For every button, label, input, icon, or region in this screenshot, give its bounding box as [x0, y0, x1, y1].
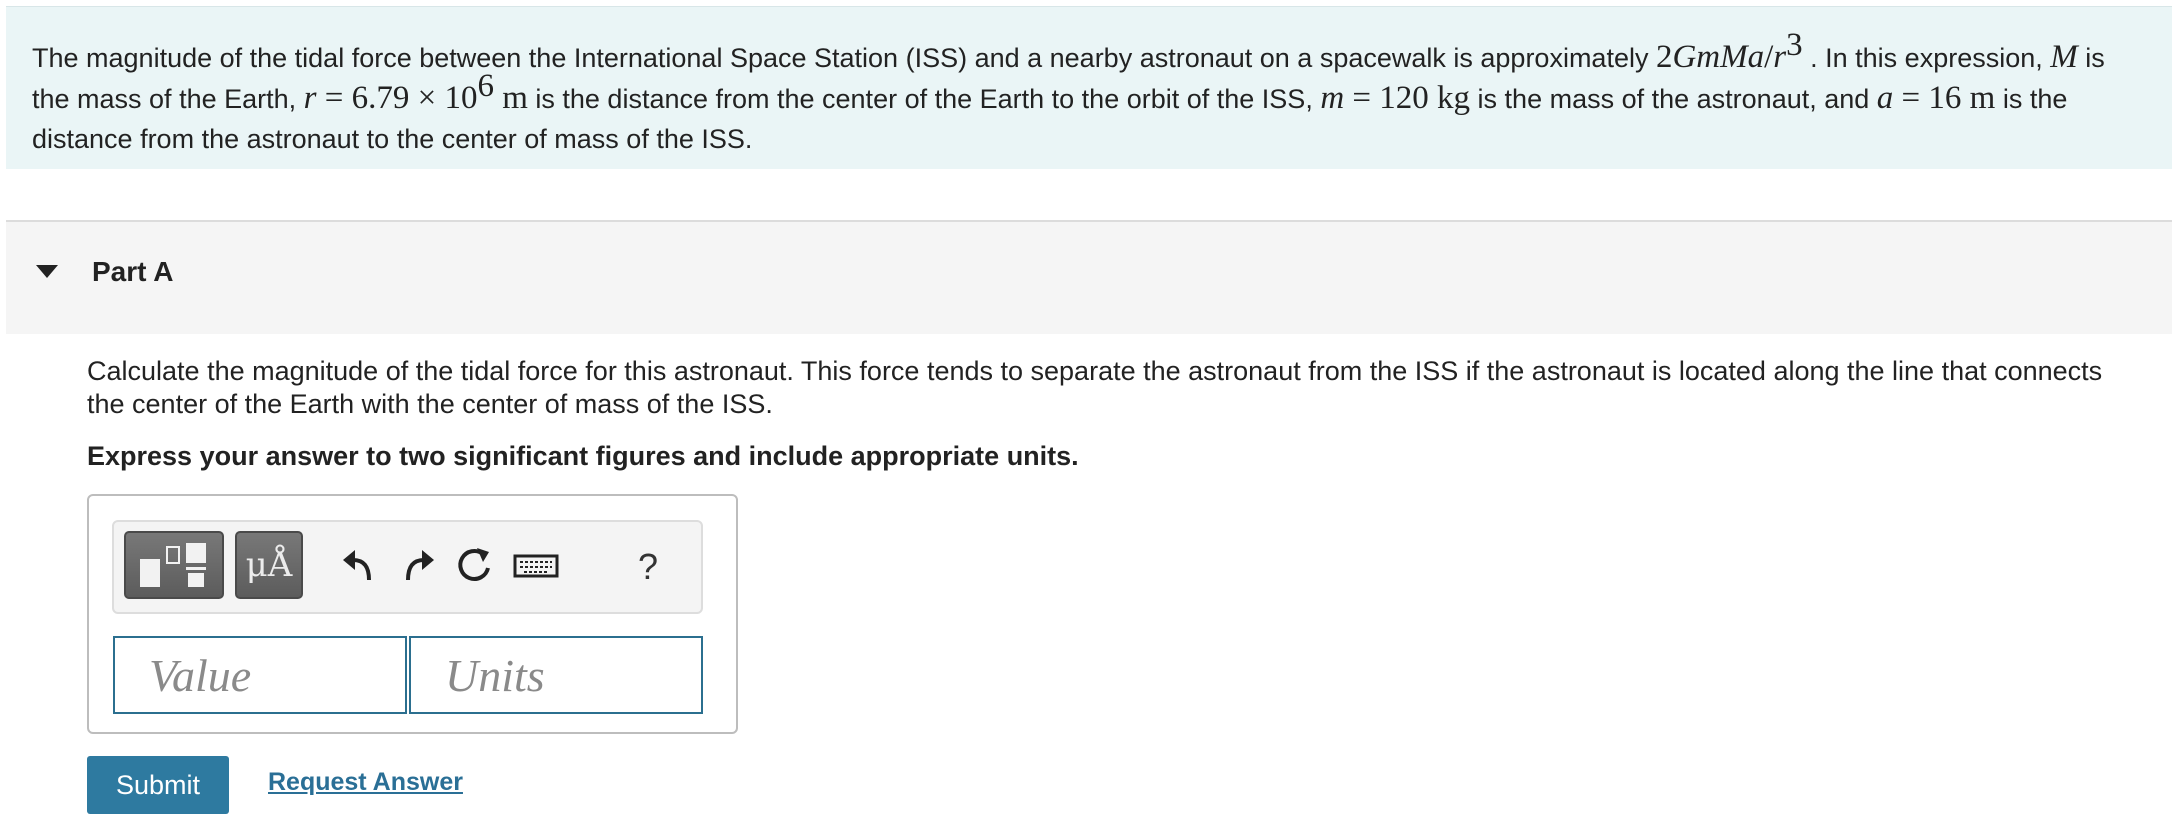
answer-instruction: Express your answer to two significant f…	[87, 441, 1079, 471]
templates-icon	[140, 543, 206, 587]
keyboard-icon[interactable]	[510, 544, 562, 586]
m-value: = 120 kg	[1344, 80, 1471, 116]
r-unit: m	[493, 80, 528, 116]
intro-text-5: is the mass of the astronaut, and	[1470, 84, 1877, 114]
units-input[interactable]	[409, 636, 703, 714]
r-exponent: 6	[477, 68, 494, 104]
submit-button[interactable]: Submit	[87, 756, 229, 814]
request-answer-link[interactable]: Request Answer	[268, 768, 463, 797]
templates-button[interactable]	[124, 531, 224, 599]
r-value: = 6.79 × 10	[316, 80, 478, 116]
var-m: m	[1320, 80, 1345, 116]
undo-icon[interactable]	[339, 544, 381, 586]
tidal-expr-coef: 2	[1655, 39, 1673, 75]
tidal-expr-slash: /	[1764, 39, 1774, 75]
problem-statement: The magnitude of the tidal force between…	[6, 6, 2172, 169]
value-input[interactable]	[113, 636, 407, 714]
collapse-caret-icon[interactable]	[36, 265, 58, 278]
var-a: a	[1876, 80, 1894, 116]
units-icon: μÅ	[245, 545, 293, 585]
intro-text-4: is the distance from the center of the E…	[527, 84, 1321, 114]
var-r: r	[303, 80, 317, 116]
a-value: = 16 m	[1893, 80, 1996, 116]
help-icon[interactable]: ?	[638, 546, 658, 588]
part-a-title: Part A	[92, 256, 174, 287]
intro-text-2: . In this expression,	[1802, 43, 2051, 73]
tidal-expr-vars: GmMa	[1672, 39, 1765, 75]
intro-text-1: The magnitude of the tidal force between…	[32, 43, 1656, 73]
answer-box: μÅ ?	[87, 494, 738, 734]
units-button[interactable]: μÅ	[235, 531, 303, 599]
reset-icon[interactable]	[453, 544, 495, 586]
math-toolbar: μÅ ?	[112, 520, 703, 614]
part-a-header[interactable]: Part A	[6, 220, 2172, 334]
var-M: M	[2050, 39, 2078, 75]
part-a-question: Calculate the magnitude of the tidal for…	[87, 356, 2103, 419]
redo-icon[interactable]	[396, 544, 438, 586]
tidal-expr-r: r	[1773, 39, 1787, 75]
tidal-expr-exp: 3	[1786, 27, 1803, 63]
